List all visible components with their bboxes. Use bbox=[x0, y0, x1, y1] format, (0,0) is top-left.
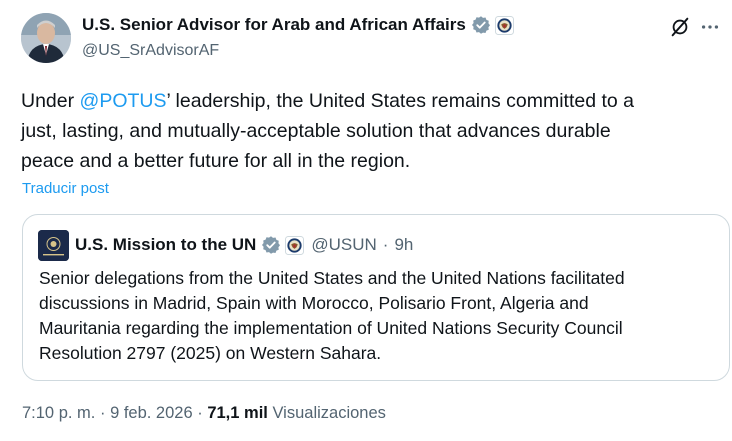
verified-badge-icon[interactable] bbox=[261, 235, 281, 255]
footer-separator: · bbox=[197, 404, 203, 422]
tweet-footer: 7:10 p. m. · 9 feb. 2026 · 71,1 mil Visu… bbox=[22, 404, 386, 423]
quoted-text-line: Resolution 2797 (2025) on Western Sahara… bbox=[39, 343, 382, 363]
quoted-meta-separator: · bbox=[382, 235, 389, 254]
us-mission-logo-icon bbox=[38, 230, 69, 261]
tweet-header: U.S. Senior Advisor for Arab and African… bbox=[21, 13, 721, 67]
quoted-display-name[interactable]: U.S. Mission to the UN bbox=[75, 235, 256, 255]
department-of-state-seal-icon[interactable] bbox=[494, 15, 514, 35]
quoted-tweet-card[interactable]: U.S. Mission to the UN @USUN · 9h Senior… bbox=[22, 214, 730, 381]
views-label[interactable]: Visualizaciones bbox=[272, 404, 385, 422]
author-handle[interactable]: @US_SrAdvisorAF bbox=[82, 42, 219, 60]
mention-link[interactable]: @POTUS bbox=[80, 90, 167, 112]
tweet-text-segment: Under bbox=[21, 90, 80, 112]
post-date[interactable]: 9 feb. 2026 bbox=[110, 404, 193, 422]
tweet-line: peace and a better future for all in the… bbox=[21, 150, 411, 172]
quoted-text-line: Mauritania regarding the implementation … bbox=[39, 318, 623, 338]
translate-post-link[interactable]: Traducir post bbox=[22, 180, 109, 197]
quoted-handle[interactable]: @USUN bbox=[311, 235, 376, 255]
quoted-text-line: discussions in Madrid, Spain with Morocc… bbox=[39, 293, 589, 313]
author-avatar[interactable] bbox=[21, 13, 71, 63]
quoted-text: Senior delegations from the United State… bbox=[39, 266, 719, 366]
quoted-author-avatar[interactable] bbox=[38, 230, 69, 261]
author-display-name[interactable]: U.S. Senior Advisor for Arab and African… bbox=[82, 15, 466, 35]
grok-icon[interactable] bbox=[669, 16, 691, 38]
author-name-row: U.S. Senior Advisor for Arab and African… bbox=[82, 15, 514, 35]
quoted-name-row: U.S. Mission to the UN @USUN · 9h bbox=[75, 235, 413, 255]
author-photo-icon bbox=[21, 13, 71, 63]
quoted-text-line: Senior delegations from the United State… bbox=[39, 268, 625, 288]
more-dots-icon[interactable] bbox=[699, 16, 721, 38]
tweet-line: just, lasting, and mutually-acceptable s… bbox=[21, 120, 611, 142]
post-time[interactable]: 7:10 p. m. bbox=[22, 404, 95, 422]
tweet-line: Under @POTUS’ leadership, the United Sta… bbox=[21, 86, 721, 116]
tweet-text: Under @POTUS’ leadership, the United Sta… bbox=[21, 86, 721, 176]
tweet-text-segment: ’ leadership, the United States remains … bbox=[166, 90, 635, 112]
department-of-state-seal-icon[interactable] bbox=[285, 235, 305, 255]
footer-separator: · bbox=[99, 404, 106, 422]
verified-badge-icon[interactable] bbox=[471, 15, 491, 35]
views-count[interactable]: 71,1 mil bbox=[207, 404, 268, 422]
quoted-timestamp[interactable]: 9h bbox=[394, 235, 413, 255]
